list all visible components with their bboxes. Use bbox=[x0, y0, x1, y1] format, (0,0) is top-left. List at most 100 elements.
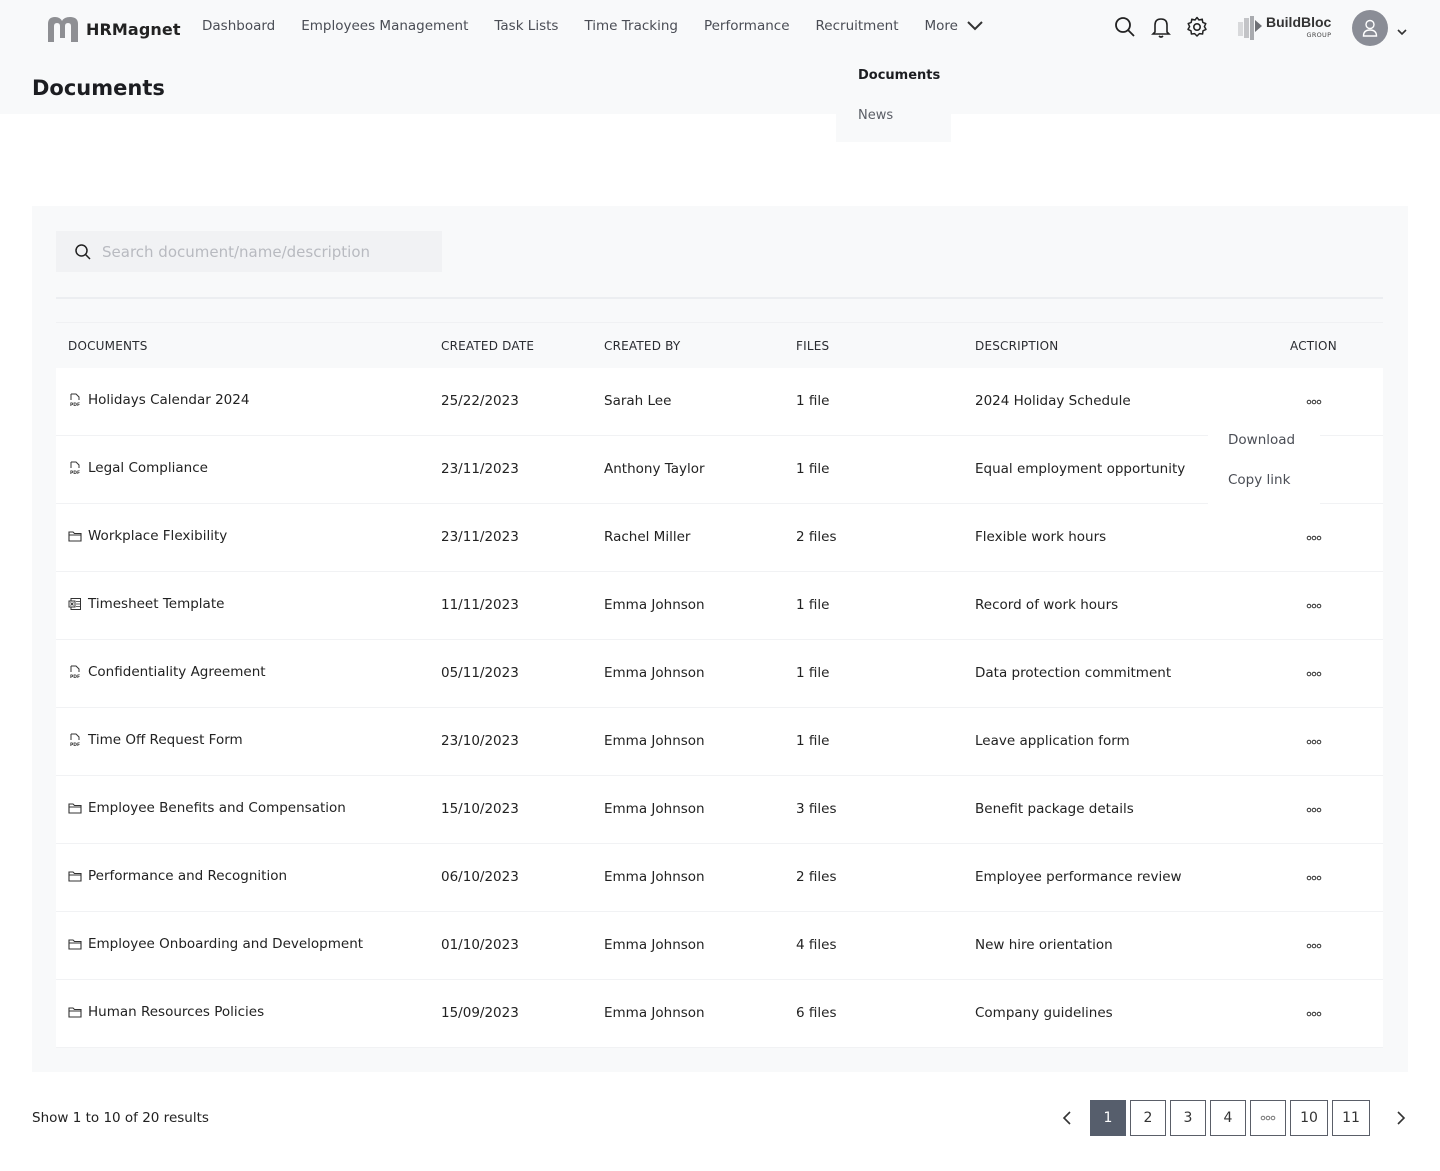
page-ellipsis[interactable] bbox=[1250, 1100, 1286, 1136]
more-horizontal-icon bbox=[1306, 1011, 1322, 1017]
document-name-cell[interactable]: PDF Holidays Calendar 2024 bbox=[68, 392, 249, 408]
row-actions-button[interactable] bbox=[1294, 528, 1334, 548]
page-button-3[interactable]: 3 bbox=[1170, 1100, 1206, 1136]
table-row[interactable]: PDF Time Off Request Form 23/10/2023 Emma J… bbox=[56, 708, 1383, 776]
nav-item-dashboard[interactable]: Dashboard bbox=[202, 18, 275, 34]
more-menu-item-documents[interactable]: Documents bbox=[858, 68, 940, 83]
header-files[interactable]: FILES bbox=[796, 339, 829, 353]
files-count: 2 files bbox=[796, 869, 837, 885]
more-horizontal-icon bbox=[1306, 739, 1322, 745]
document-name-cell[interactable]: PDF Time Off Request Form bbox=[68, 732, 243, 748]
row-actions-button[interactable] bbox=[1294, 1004, 1334, 1024]
pdf-file-icon: PDF bbox=[68, 665, 82, 679]
action-copy-link[interactable]: Copy link bbox=[1228, 472, 1290, 488]
more-menu-item-news[interactable]: News bbox=[858, 108, 893, 123]
search-input[interactable] bbox=[102, 242, 422, 261]
folder-icon bbox=[68, 937, 82, 951]
document-name-cell[interactable]: Timesheet Template bbox=[68, 596, 224, 612]
action-download[interactable]: Download bbox=[1228, 432, 1295, 448]
table-row[interactable]: PDF Confidentiality Agreement 05/11/2023 Em… bbox=[56, 640, 1383, 708]
document-name: Holidays Calendar 2024 bbox=[88, 392, 250, 408]
more-horizontal-icon bbox=[1306, 875, 1322, 881]
row-actions-button[interactable] bbox=[1294, 936, 1334, 956]
table-row[interactable]: PDF Holidays Calendar 2024 25/22/2023 Sarah… bbox=[56, 368, 1383, 436]
nav-item-recruitment[interactable]: Recruitment bbox=[816, 18, 899, 34]
page-button-2[interactable]: 2 bbox=[1130, 1100, 1166, 1136]
more-dropdown-menu: Documents News bbox=[836, 56, 951, 142]
header-created-date[interactable]: CREATED DATE bbox=[441, 339, 534, 353]
divider bbox=[56, 297, 1383, 299]
created-date: 01/10/2023 bbox=[441, 937, 519, 953]
table-row[interactable]: Human Resources Policies 15/09/2023 Emma J… bbox=[56, 980, 1383, 1048]
document-name-cell[interactable]: Performance and Recognition bbox=[68, 868, 287, 884]
document-name: Human Resources Policies bbox=[88, 1004, 265, 1020]
created-by: Emma Johnson bbox=[604, 869, 705, 885]
svg-text:PDF: PDF bbox=[70, 674, 80, 679]
page-button-1[interactable]: 1 bbox=[1090, 1100, 1126, 1136]
header-documents[interactable]: DOCUMENTS bbox=[68, 339, 148, 353]
table-row[interactable]: PDF Legal Compliance 23/11/2023 Anthony Tay… bbox=[56, 436, 1383, 504]
document-name-cell[interactable]: Workplace Flexibility bbox=[68, 528, 227, 544]
chevron-left-icon bbox=[1062, 1111, 1071, 1125]
search-icon bbox=[75, 243, 91, 260]
description: Equal employment opportunity bbox=[975, 461, 1186, 477]
document-name-cell[interactable]: Employee Benefits and Compensation bbox=[68, 800, 346, 816]
created-by: Rachel Miller bbox=[604, 529, 691, 545]
header-action: ACTION bbox=[1290, 339, 1337, 353]
files-count: 1 file bbox=[796, 665, 830, 681]
search-icon[interactable] bbox=[1114, 16, 1136, 38]
more-horizontal-icon bbox=[1306, 603, 1322, 609]
app-name: HRMagnet bbox=[86, 19, 181, 39]
created-date: 15/09/2023 bbox=[441, 1005, 519, 1021]
more-horizontal-icon bbox=[1306, 399, 1322, 405]
next-page-button[interactable] bbox=[1390, 1100, 1412, 1136]
description: Record of work hours bbox=[975, 597, 1119, 613]
more-label: More bbox=[924, 18, 958, 34]
description: Company guidelines bbox=[975, 1005, 1113, 1021]
folder-icon bbox=[68, 529, 82, 543]
chevron-down-icon bbox=[967, 21, 983, 31]
bell-icon[interactable] bbox=[1150, 16, 1172, 38]
row-actions-button[interactable] bbox=[1294, 868, 1334, 888]
gear-icon[interactable] bbox=[1186, 16, 1208, 38]
table-body: PDF Holidays Calendar 2024 25/22/2023 Sarah… bbox=[56, 368, 1383, 1048]
header-description[interactable]: DESCRIPTION bbox=[975, 339, 1058, 353]
prev-page-button[interactable] bbox=[1056, 1100, 1078, 1136]
table-row[interactable]: Employee Benefits and Compensation 15/10/… bbox=[56, 776, 1383, 844]
row-actions-button[interactable] bbox=[1294, 596, 1334, 616]
page-button-11[interactable]: 11 bbox=[1332, 1100, 1370, 1136]
table-row[interactable]: Workplace Flexibility 23/11/2023 Rachel Mi… bbox=[56, 504, 1383, 572]
header-created-by[interactable]: CREATED BY bbox=[604, 339, 680, 353]
profile-chevron-down-icon[interactable] bbox=[1396, 22, 1408, 41]
nav-item-employees-management[interactable]: Employees Management bbox=[301, 18, 468, 34]
document-name-cell[interactable]: Employee Onboarding and Development bbox=[68, 936, 363, 952]
table-row[interactable]: Timesheet Template 11/11/2023 Emma Johnson… bbox=[56, 572, 1383, 640]
table-row[interactable]: Performance and Recognition 06/10/2023 Emm… bbox=[56, 844, 1383, 912]
document-name-cell[interactable]: Human Resources Policies bbox=[68, 1004, 264, 1020]
table-row[interactable]: Employee Onboarding and Development 01/10… bbox=[56, 912, 1383, 980]
row-actions-button[interactable] bbox=[1294, 732, 1334, 752]
search-box[interactable] bbox=[56, 231, 442, 272]
document-name-cell[interactable]: PDF Legal Compliance bbox=[68, 460, 208, 476]
nav-item-more[interactable]: More bbox=[925, 18, 984, 34]
nav-item-time-tracking[interactable]: Time Tracking bbox=[584, 18, 678, 34]
row-actions-button[interactable] bbox=[1294, 800, 1334, 820]
row-actions-button[interactable] bbox=[1294, 392, 1334, 412]
ellipsis-icon bbox=[1260, 1115, 1276, 1121]
document-name-cell[interactable]: PDF Confidentiality Agreement bbox=[68, 664, 266, 680]
app-logo[interactable]: HRMagnet bbox=[46, 16, 181, 42]
avatar[interactable] bbox=[1352, 10, 1388, 46]
main-nav: Dashboard Employees Management Task List… bbox=[202, 18, 984, 34]
created-by: Emma Johnson bbox=[604, 733, 705, 749]
documents-table: DOCUMENTS CREATED DATE CREATED BY FILES … bbox=[56, 322, 1383, 1048]
svg-text:PDF: PDF bbox=[70, 470, 80, 475]
row-actions-button[interactable] bbox=[1294, 664, 1334, 684]
table-header: DOCUMENTS CREATED DATE CREATED BY FILES … bbox=[56, 322, 1383, 368]
nav-item-task-lists[interactable]: Task Lists bbox=[494, 18, 558, 34]
nav-item-performance[interactable]: Performance bbox=[704, 18, 790, 34]
page-button-4[interactable]: 4 bbox=[1210, 1100, 1246, 1136]
files-count: 2 files bbox=[796, 529, 837, 545]
svg-text:PDF: PDF bbox=[70, 402, 80, 407]
created-date: 25/22/2023 bbox=[441, 393, 519, 409]
page-button-10[interactable]: 10 bbox=[1290, 1100, 1328, 1136]
